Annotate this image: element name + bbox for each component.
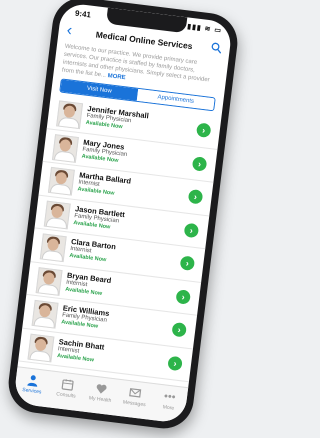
avatar	[56, 100, 84, 130]
tab-my-health[interactable]: My Health	[81, 376, 120, 416]
phone-screen: 9:41 ▮▮▮ ≋ ▭ ‹ Medical Online Services W…	[13, 2, 233, 424]
status-time: 9:41	[74, 8, 92, 20]
chevron-right-icon[interactable]: ›	[167, 355, 183, 371]
search-icon[interactable]	[210, 42, 222, 54]
avatar	[35, 266, 63, 296]
avatar	[31, 299, 59, 329]
tab-messages[interactable]: Messages	[115, 380, 154, 420]
chevron-right-icon[interactable]: ›	[171, 321, 187, 338]
chevron-left-icon[interactable]: ‹	[66, 22, 73, 40]
chevron-right-icon[interactable]: ›	[191, 155, 208, 172]
chevron-right-icon[interactable]: ›	[183, 222, 200, 238]
chevron-right-icon[interactable]: ›	[179, 255, 196, 272]
more-link[interactable]: MORE	[107, 73, 126, 81]
avatar	[47, 166, 75, 196]
chevron-right-icon[interactable]: ›	[187, 188, 204, 205]
avatar	[43, 200, 71, 229]
provider-list: Jennifer Marshall Family Physician Avail…	[18, 95, 222, 383]
tab-consults[interactable]: Consults	[47, 371, 86, 411]
signal-wifi-battery-icon: ▮▮▮ ≋ ▭	[186, 23, 223, 35]
avatar	[51, 133, 79, 163]
avatar	[27, 333, 55, 362]
phone-device: 9:41 ▮▮▮ ≋ ▭ ‹ Medical Online Services W…	[5, 0, 241, 432]
avatar	[39, 233, 67, 263]
tab-services[interactable]: Services	[13, 367, 52, 407]
tab-more[interactable]: ••• More	[150, 384, 189, 424]
chevron-right-icon[interactable]: ›	[175, 288, 192, 305]
chevron-right-icon[interactable]: ›	[195, 122, 212, 139]
